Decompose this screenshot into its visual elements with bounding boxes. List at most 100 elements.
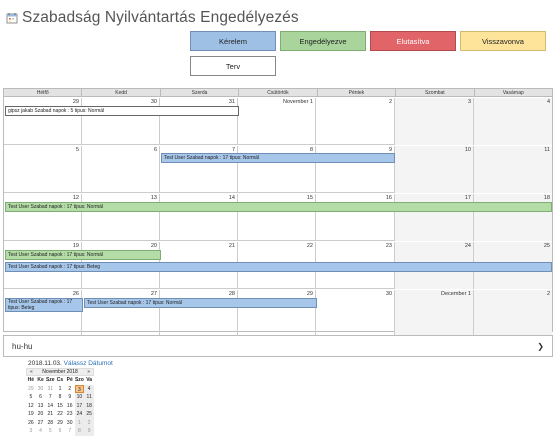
day-cell[interactable]: 4 bbox=[474, 98, 552, 145]
event-bar[interactable]: Test User Szabad napok : 17 tipus: Normá… bbox=[161, 153, 395, 163]
mini-day[interactable]: 4 bbox=[36, 427, 46, 436]
day-number: 25 bbox=[543, 243, 550, 249]
mini-day[interactable]: 6 bbox=[36, 393, 46, 402]
mini-day[interactable]: 9 bbox=[65, 393, 75, 402]
event-bar[interactable]: Test User Szabad napok : 17 tipus: Normá… bbox=[84, 298, 317, 308]
mini-day[interactable]: 26 bbox=[26, 419, 36, 428]
locale-select[interactable]: hu-hu ❯ bbox=[3, 335, 553, 357]
mini-day[interactable]: 23 bbox=[65, 410, 75, 419]
day-cell[interactable]: 5 bbox=[4, 146, 82, 193]
dow-label: Cs bbox=[56, 377, 64, 383]
mini-day[interactable]: 28 bbox=[45, 419, 55, 428]
mini-day[interactable]: 14 bbox=[45, 402, 55, 411]
mini-day-selected[interactable]: 3 bbox=[74, 384, 85, 393]
day-number: 17 bbox=[464, 195, 471, 201]
mini-day[interactable]: 8 bbox=[55, 393, 65, 402]
day-number: 12 bbox=[72, 195, 79, 201]
calendar-week: 12 13 14 15 16 17 18 Test User Szabad na… bbox=[4, 194, 552, 241]
event-bar[interactable]: Test User Szabad napok : 17 tipus: Beteg bbox=[5, 262, 552, 272]
selected-date-value: 2018.11.03. bbox=[28, 360, 62, 367]
mini-day[interactable]: 18 bbox=[84, 401, 94, 410]
mini-day[interactable]: 6 bbox=[55, 427, 65, 436]
day-cell[interactable]: November 1 bbox=[238, 98, 316, 145]
mini-calendar: « November 2018 » Hé Ke Sze Cs Pé Szo Va… bbox=[26, 368, 94, 436]
mini-day[interactable]: 24 bbox=[74, 410, 85, 419]
day-number: 31 bbox=[228, 99, 235, 105]
legend-engedelyezve-button[interactable]: Engedélyezve bbox=[280, 31, 366, 51]
day-number: 2 bbox=[546, 291, 550, 297]
legend-kerelem-button[interactable]: Kérelem bbox=[190, 31, 276, 51]
day-cell[interactable]: 3 bbox=[395, 98, 474, 145]
day-number: November 1 bbox=[283, 99, 313, 105]
day-number: 19 bbox=[72, 243, 79, 249]
day-cell[interactable]: 30 bbox=[316, 290, 395, 337]
header-friday: Péntek bbox=[318, 89, 397, 96]
dow-label: Hé bbox=[27, 377, 35, 383]
event-bar[interactable]: Test User Szabad napok : 17 tipus: Normá… bbox=[5, 250, 161, 260]
day-cell[interactable]: 10 bbox=[395, 146, 474, 193]
mini-day[interactable]: 30 bbox=[65, 419, 75, 428]
mini-day[interactable]: 21 bbox=[45, 410, 55, 419]
mini-day[interactable]: 17 bbox=[74, 401, 85, 410]
calendar-week: 5 6 7 8 9 10 11 Test User Szabad napok :… bbox=[4, 146, 552, 193]
mini-day[interactable]: 8 bbox=[74, 427, 85, 436]
event-bar[interactable]: Test User Szabad napok : 17 tipus: Normá… bbox=[5, 202, 552, 212]
page-title: Szabadság Nyilvántartás Engedélyezés bbox=[22, 9, 299, 26]
mini-day[interactable]: 3 bbox=[26, 427, 36, 436]
header-sunday: Vasárnap bbox=[502, 90, 524, 96]
mini-day[interactable]: 2 bbox=[65, 385, 75, 394]
mini-day[interactable]: 29 bbox=[26, 385, 36, 394]
event-bar[interactable]: Test User Szabad napok : 17 tipus: Beteg bbox=[5, 298, 83, 312]
day-number: 13 bbox=[150, 195, 157, 201]
day-number: 22 bbox=[306, 243, 313, 249]
mini-day[interactable]: 7 bbox=[45, 393, 55, 402]
header-tuesday: Kedd bbox=[82, 89, 161, 96]
day-number: 30 bbox=[385, 291, 392, 297]
mini-day[interactable]: 7 bbox=[65, 427, 75, 436]
day-cell[interactable]: 2 bbox=[474, 290, 552, 337]
mini-day[interactable]: 19 bbox=[26, 410, 36, 419]
mini-day[interactable]: 15 bbox=[55, 402, 65, 411]
day-number: 5 bbox=[75, 147, 79, 153]
legend-visszavonva-button[interactable]: Visszavonva bbox=[460, 31, 546, 51]
mini-day[interactable]: 9 bbox=[84, 427, 94, 436]
mini-day[interactable]: 12 bbox=[26, 402, 36, 411]
mini-day[interactable]: 20 bbox=[36, 410, 46, 419]
mini-day[interactable]: 4 bbox=[84, 384, 94, 393]
mini-day[interactable]: 27 bbox=[36, 419, 46, 428]
day-number: 2 bbox=[388, 99, 392, 105]
day-cell[interactable]: December 1 bbox=[395, 290, 474, 337]
day-number: 26 bbox=[72, 291, 79, 297]
mini-day[interactable]: 22 bbox=[55, 410, 65, 419]
prev-month-button[interactable]: « bbox=[27, 369, 36, 375]
app-root: Szabadság Nyilvántartás Engedélyezés Kér… bbox=[0, 0, 560, 445]
mini-day[interactable]: 10 bbox=[74, 393, 85, 402]
mini-day[interactable]: 25 bbox=[84, 410, 94, 419]
day-cell[interactable]: 6 bbox=[82, 146, 160, 193]
mini-day[interactable]: 30 bbox=[36, 385, 46, 394]
mini-day[interactable]: 13 bbox=[36, 402, 46, 411]
mini-day[interactable]: 31 bbox=[45, 385, 55, 394]
day-number: 14 bbox=[228, 195, 235, 201]
day-cell[interactable]: 11 bbox=[474, 146, 552, 193]
legend-terv-button[interactable]: Terv bbox=[190, 56, 276, 76]
mini-day[interactable]: 5 bbox=[45, 427, 55, 436]
mini-day[interactable]: 5 bbox=[26, 393, 36, 402]
header-wednesday: Szerda bbox=[161, 89, 240, 96]
mini-day[interactable]: 1 bbox=[74, 418, 85, 427]
dow-label: Pé bbox=[66, 377, 73, 383]
mini-day[interactable]: 2 bbox=[84, 418, 94, 427]
mini-calendar-month[interactable]: November 2018 bbox=[39, 369, 81, 375]
legend-elutasitva-button[interactable]: Elutasítva bbox=[370, 31, 456, 51]
day-cell[interactable]: 2 bbox=[316, 98, 395, 145]
mini-day[interactable]: 1 bbox=[55, 385, 65, 394]
day-number: 3 bbox=[467, 99, 471, 105]
mini-day[interactable]: 11 bbox=[84, 393, 94, 402]
day-number: 30 bbox=[150, 99, 157, 105]
mini-day[interactable]: 16 bbox=[65, 402, 75, 411]
mini-day[interactable]: 29 bbox=[55, 419, 65, 428]
choose-date-link[interactable]: Válassz Dátumot bbox=[64, 360, 113, 367]
day-number: 6 bbox=[153, 147, 157, 153]
next-month-button[interactable]: » bbox=[84, 369, 93, 375]
event-bar[interactable]: gipsz jakab Szabad napok : 5 tipus: Norm… bbox=[5, 106, 239, 116]
